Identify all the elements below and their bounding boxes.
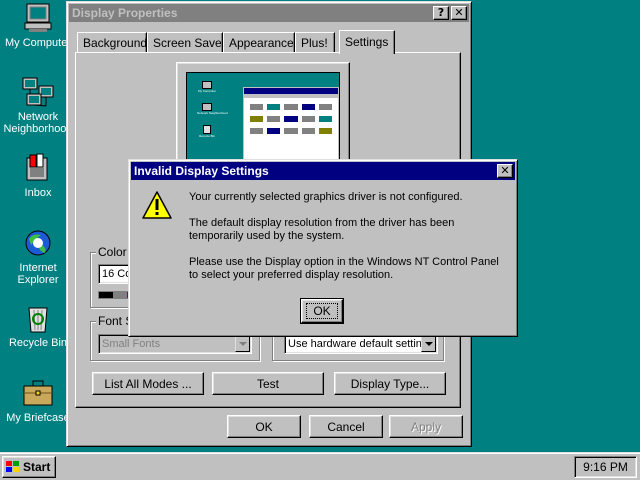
my-computer-icon bbox=[21, 2, 55, 34]
network-neighborhood-icon bbox=[21, 76, 55, 108]
preview-caption: My Computer bbox=[197, 89, 216, 93]
internet-explorer-icon bbox=[21, 227, 55, 259]
test-button[interactable]: Test bbox=[212, 372, 324, 395]
desktop-icon-briefcase[interactable]: My Briefcase bbox=[2, 377, 74, 424]
window-title: Display Properties bbox=[72, 6, 178, 20]
display-properties-titlebar[interactable]: Display Properties ? ✕ bbox=[69, 4, 469, 22]
desktop-icon-label: Recycle Bin bbox=[8, 337, 68, 349]
close-button[interactable]: ✕ bbox=[451, 6, 467, 20]
dialog-message: Your currently selected graphics driver … bbox=[189, 191, 507, 282]
tab-appearance[interactable]: Appearance bbox=[223, 32, 295, 52]
dialog-message-line-3: Please use the Display option in the Win… bbox=[189, 256, 499, 281]
briefcase-icon bbox=[21, 377, 55, 409]
preview-caption: Network Neighborhood bbox=[197, 111, 228, 115]
dialog-titlebar[interactable]: Invalid Display Settings ✕ bbox=[131, 162, 515, 180]
preview-desktop-icon: Recycle Bin bbox=[197, 125, 217, 138]
desktop-icon-label: My Computer bbox=[4, 37, 72, 49]
ok-label: OK bbox=[255, 419, 273, 434]
monitor-preview: My Computer Network Neighborhood Recycle… bbox=[176, 62, 350, 172]
system-tray: 9:16 PM bbox=[574, 456, 637, 478]
display-type-button[interactable]: Display Type... bbox=[334, 372, 446, 395]
help-button[interactable]: ? bbox=[433, 6, 449, 20]
desktop-icon-label: Inbox bbox=[24, 187, 52, 199]
refresh-rate-dropdown[interactable]: Use hardware default setting bbox=[284, 334, 438, 354]
invalid-display-settings-dialog: Invalid Display Settings ✕ Your currentl… bbox=[128, 159, 518, 337]
desktop-icon-my-computer[interactable]: My Computer bbox=[2, 2, 74, 49]
preview-caption: Recycle Bin bbox=[199, 134, 215, 138]
tab-screen-saver[interactable]: Screen Saver bbox=[147, 32, 226, 52]
desktop-icon-internet-explorer[interactable]: Internet Explorer bbox=[2, 227, 74, 286]
ok-button[interactable]: OK bbox=[227, 415, 301, 438]
tab-settings[interactable]: Settings bbox=[339, 30, 395, 54]
font-size-value: Small Fonts bbox=[102, 338, 161, 350]
recycle-bin-icon bbox=[21, 302, 55, 334]
chevron-down-icon bbox=[235, 336, 250, 352]
desktop-icon-recycle-bin[interactable]: Recycle Bin bbox=[2, 302, 74, 349]
dialog-message-line-2: The default display resolution from the … bbox=[189, 217, 455, 242]
test-label: Test bbox=[256, 376, 279, 391]
apply-button[interactable]: Apply bbox=[389, 415, 463, 438]
dialog-ok-label: OK bbox=[306, 303, 338, 319]
preview-desktop-icon: My Computer bbox=[197, 81, 217, 93]
refresh-rate-value: Use hardware default setting bbox=[288, 338, 422, 350]
chevron-down-icon bbox=[421, 336, 436, 352]
clock[interactable]: 9:16 PM bbox=[583, 460, 628, 474]
display-type-label: Display Type... bbox=[350, 376, 430, 391]
start-label: Start bbox=[23, 460, 51, 474]
cancel-label: Cancel bbox=[327, 419, 365, 434]
inbox-icon bbox=[21, 152, 55, 184]
apply-label: Apply bbox=[410, 419, 442, 434]
preview-desktop-icon: Network Neighborhood bbox=[197, 103, 228, 115]
color-palette-value: 16 Co bbox=[102, 268, 132, 280]
windows-logo-icon bbox=[6, 461, 20, 473]
desktop-icon-label: Internet Explorer bbox=[17, 262, 59, 286]
monitor-screen: My Computer Network Neighborhood Recycle… bbox=[186, 72, 340, 172]
dialog-message-line-1: Your currently selected graphics driver … bbox=[189, 191, 463, 203]
cancel-button[interactable]: Cancel bbox=[309, 415, 383, 438]
desktop-icon-inbox[interactable]: Inbox bbox=[2, 152, 74, 199]
tab-background[interactable]: Background bbox=[77, 32, 147, 52]
taskbar: Start 9:16 PM bbox=[0, 452, 640, 480]
desktop-icon-label: My Briefcase bbox=[6, 412, 70, 424]
tab-plus[interactable]: Plus! bbox=[295, 32, 335, 52]
dialog-ok-button[interactable]: OK bbox=[300, 298, 344, 324]
warning-icon bbox=[141, 190, 173, 220]
desktop-icon-label: Network Neighborhood bbox=[3, 111, 73, 135]
dialog-close-button[interactable]: ✕ bbox=[497, 164, 513, 178]
list-all-modes-button[interactable]: List All Modes ... bbox=[92, 372, 204, 395]
font-size-dropdown[interactable]: Small Fonts bbox=[98, 334, 252, 354]
list-all-modes-label: List All Modes ... bbox=[104, 376, 192, 391]
dialog-title: Invalid Display Settings bbox=[134, 164, 269, 178]
start-button[interactable]: Start bbox=[2, 456, 56, 478]
desktop-icon-network-neighborhood[interactable]: Network Neighborhood bbox=[2, 76, 74, 135]
